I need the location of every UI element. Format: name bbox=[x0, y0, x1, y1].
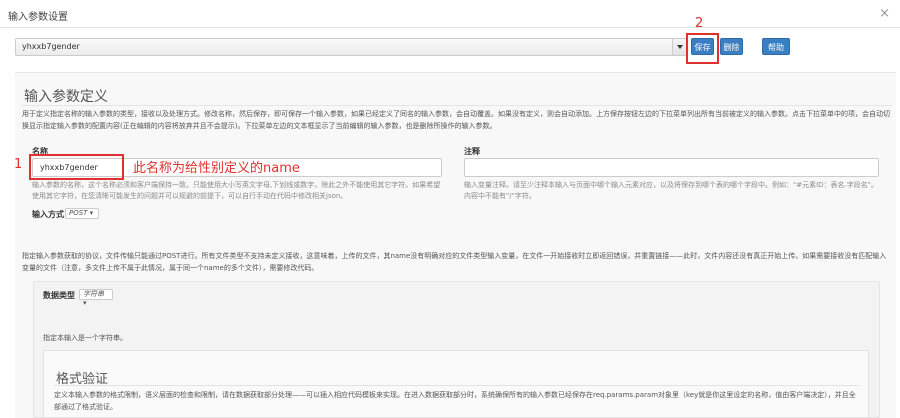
name-input-value: yhxxb7gender bbox=[40, 163, 98, 172]
validation-divider bbox=[54, 385, 859, 386]
datatype-description: 指定本输入是一个字符串。 bbox=[43, 334, 127, 342]
section-divider bbox=[22, 105, 892, 106]
protocol-description: 指定输入参数获取的协议，文件传输只能通过POST进行。所有文件类型不支持未定义接… bbox=[22, 252, 887, 272]
method-select[interactable]: POST ▾ bbox=[65, 208, 99, 219]
annotation-number-1: 1 bbox=[14, 157, 23, 172]
method-label: 输入方式 bbox=[32, 210, 64, 219]
datatype-select[interactable]: 字符串 ▾ bbox=[79, 289, 113, 307]
param-select-value: yhxxb7gender bbox=[22, 42, 80, 51]
section-title: 输入参数定义 bbox=[24, 89, 108, 105]
dropdown-toggle[interactable] bbox=[672, 39, 686, 55]
datatype-label: 数据类型 bbox=[43, 291, 75, 300]
delete-button[interactable]: 删除 bbox=[720, 38, 743, 55]
param-select[interactable]: yhxxb7gender bbox=[15, 38, 687, 56]
section-description: 用于定义指定名称的输入参数的类型，接收以及处理方式。修改名称，然后保存，即可保存… bbox=[22, 110, 890, 130]
save-button[interactable]: 保存 bbox=[691, 38, 714, 55]
dialog-title: 输入参数设置 bbox=[8, 12, 68, 23]
chevron-down-icon bbox=[677, 45, 683, 49]
name-label: 名称 bbox=[32, 147, 48, 156]
validation-description: 定义本输入参数的格式限制，语义层面的检查和限制，请在数据获取部分处理——可以插入… bbox=[54, 391, 856, 411]
close-icon[interactable]: × bbox=[879, 6, 890, 21]
help-button[interactable]: 帮助 bbox=[762, 38, 790, 55]
annotation-number-2: 2 bbox=[695, 16, 704, 31]
annotation-note: 此名称为给性别定义的name bbox=[133, 161, 300, 176]
comment-help-text: 输入变量注释。请至少注释本输入与页面中哪个输入元素对应，以及将保存到哪个表的哪个… bbox=[464, 181, 878, 200]
comment-input[interactable] bbox=[464, 158, 879, 177]
comment-label: 注释 bbox=[464, 147, 480, 156]
name-help-text: 输入参数的名称，这个名称必须和客户端保持一致。只能使用大小写英文字母,下划线或数… bbox=[32, 181, 441, 200]
dialog-header: 输入参数设置 × bbox=[0, 0, 900, 28]
